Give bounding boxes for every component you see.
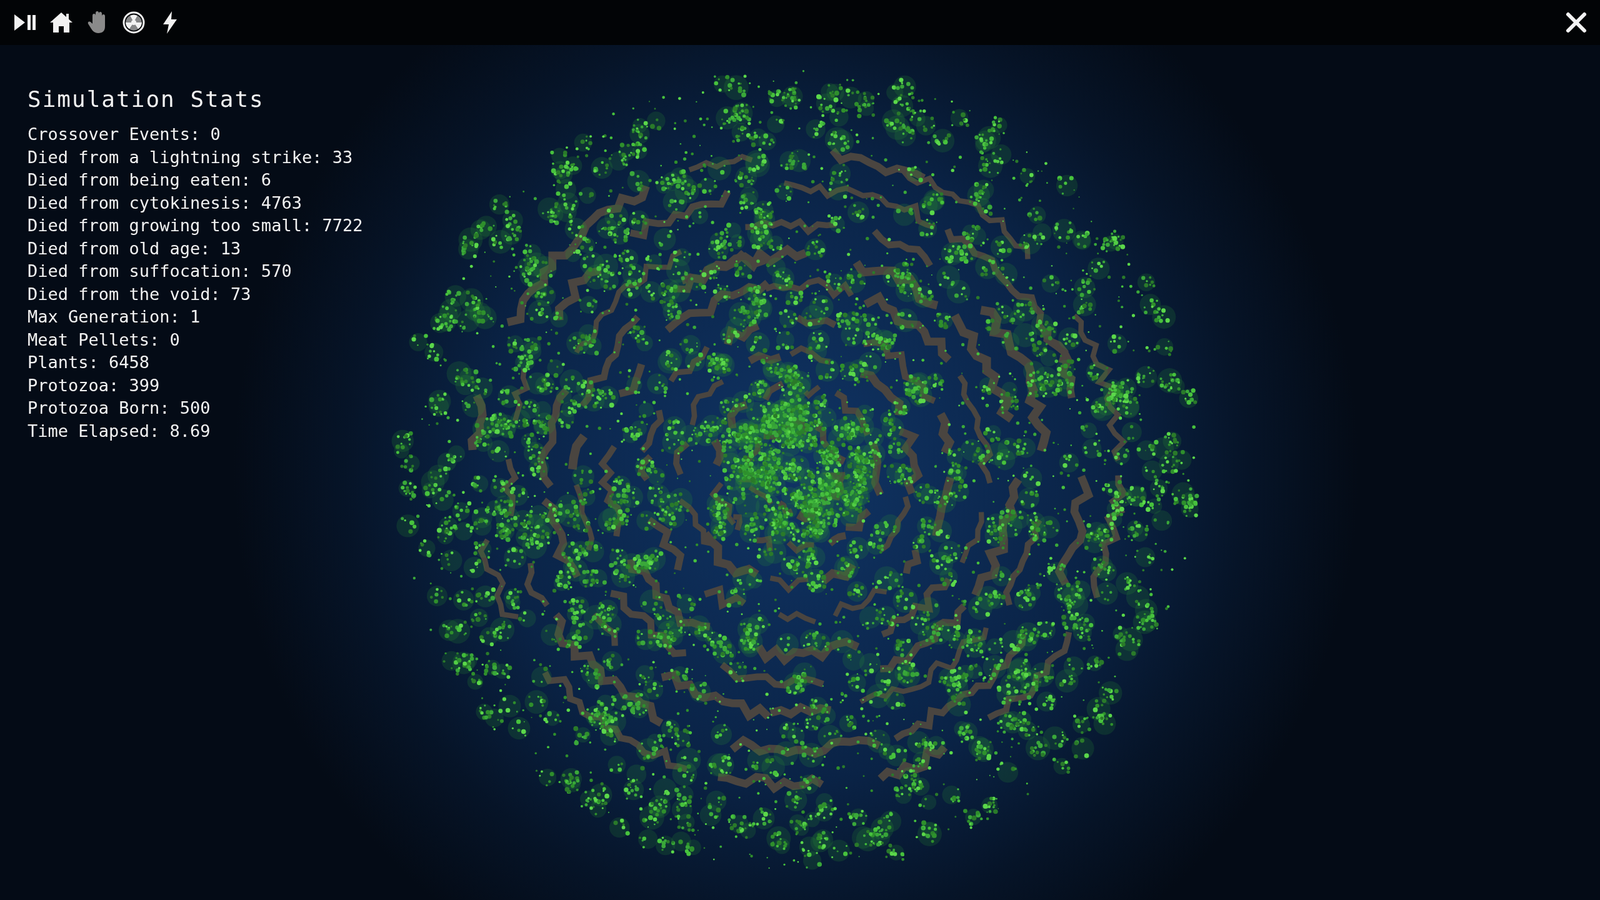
toolbar-button[interactable]	[157, 10, 183, 35]
stat-line: Died from suffocation: 570	[27, 260, 363, 284]
stat-line: Died from old age: 13	[27, 237, 363, 261]
toolbar	[12, 10, 183, 35]
stat-line: Protozoa: 399	[27, 374, 363, 398]
stat-line: Died from a lightning strike: 33	[27, 146, 363, 170]
stat-line: Max Generation: 1	[27, 305, 363, 329]
toolbar-button[interactable]	[48, 10, 74, 35]
stat-line: Protozoa Born: 500	[27, 396, 363, 420]
stats-title: Simulation Stats	[27, 86, 363, 112]
home-icon	[48, 10, 74, 35]
toolbar-button[interactable]	[85, 10, 110, 35]
stat-line: Plants: 6458	[27, 351, 363, 375]
stat-line: Died from being eaten: 6	[27, 168, 363, 192]
close-button[interactable]	[1563, 10, 1589, 35]
top-bar	[0, 0, 1600, 45]
stat-line: Died from the void: 73	[27, 283, 363, 307]
stat-line: Crossover Events: 0	[27, 123, 363, 147]
radiation-icon	[121, 10, 147, 35]
stats-panel: Simulation StatsCrossover Events: 0Died …	[27, 86, 363, 443]
toolbar-button[interactable]	[12, 10, 38, 35]
stat-line: Meat Pellets: 0	[27, 328, 363, 352]
play-pause-icon	[12, 10, 38, 35]
stat-line: Died from growing too small: 7722	[27, 214, 363, 238]
toolbar-button[interactable]	[121, 10, 147, 35]
hand-icon	[85, 10, 110, 35]
close-icon	[1563, 10, 1589, 35]
stat-line: Died from cytokinesis: 4763	[27, 191, 363, 215]
lightning-icon	[157, 10, 183, 35]
stat-line: Time Elapsed: 8.69	[27, 420, 363, 444]
simulation-view: Simulation StatsCrossover Events: 0Died …	[0, 45, 1600, 900]
